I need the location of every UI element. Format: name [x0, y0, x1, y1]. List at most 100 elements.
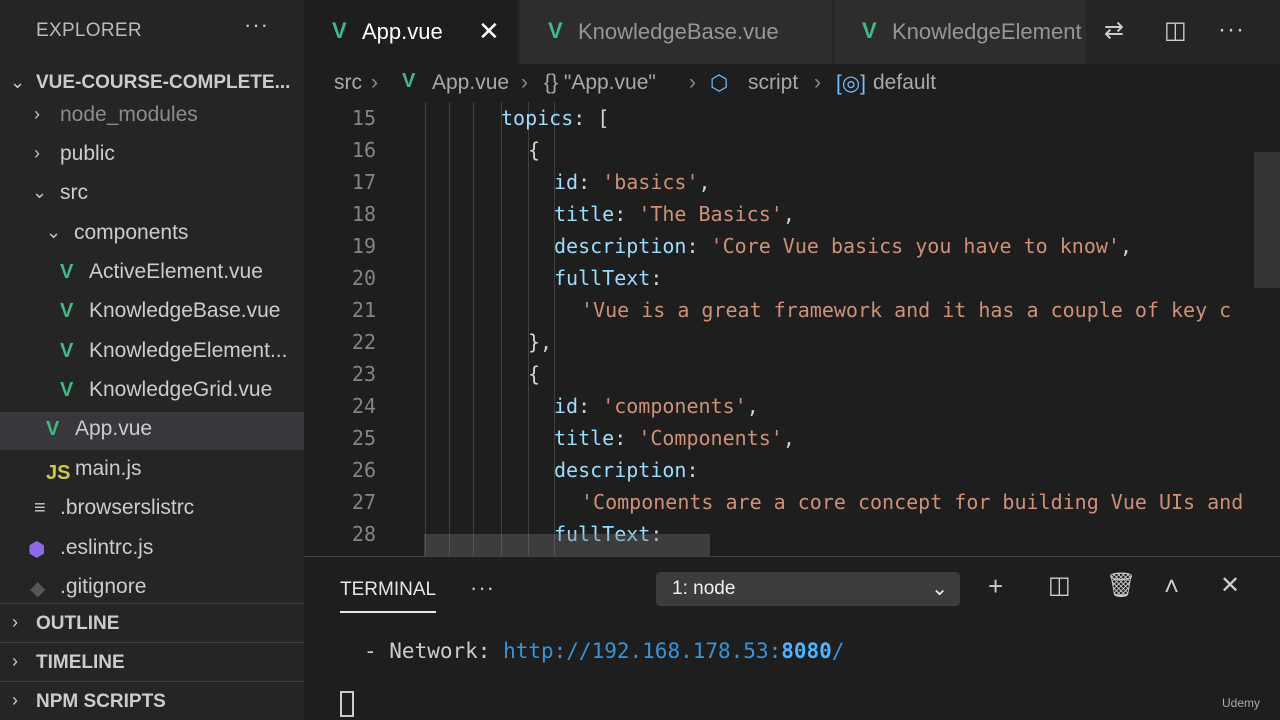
- tree-item-components[interactable]: ⌄ components: [0, 216, 304, 254]
- chevron-right-icon: ›: [689, 71, 696, 94]
- chevron-right-icon: ›: [814, 71, 821, 94]
- breadcrumb-file[interactable]: App.vue: [432, 71, 509, 95]
- code-string: 'Core Vue basics you have to know': [710, 234, 1120, 258]
- more-actions-icon[interactable]: ···: [1218, 16, 1245, 44]
- code-punct: },: [528, 330, 553, 354]
- vue-file-icon: V: [60, 300, 74, 322]
- split-terminal-icon[interactable]: ◫: [1048, 571, 1071, 600]
- new-terminal-icon[interactable]: +: [988, 571, 1003, 602]
- code-punct: :: [578, 170, 603, 194]
- close-icon[interactable]: ✕: [478, 16, 500, 47]
- code-punct: ,: [782, 426, 795, 450]
- code-punct: ,: [1119, 234, 1132, 258]
- code-punct: {: [528, 138, 541, 162]
- section-npm-scripts[interactable]: › NPM SCRIPTS: [0, 681, 304, 719]
- vue-file-icon: V: [46, 418, 60, 440]
- tree-item-label: .browserslistrc: [60, 496, 195, 519]
- tree-item-label: ActiveElement.vue: [89, 260, 263, 283]
- chevron-down-icon: ⌄: [931, 578, 948, 600]
- tree-item-eslintrc[interactable]: ⬢ .eslintrc.js: [0, 531, 304, 569]
- tree-item-knowledge-grid[interactable]: V KnowledgeGrid.vue: [0, 373, 304, 411]
- terminal-cursor: [340, 691, 354, 717]
- tree-item-label: KnowledgeGrid.vue: [89, 378, 273, 401]
- tree-item-active-element[interactable]: V ActiveElement.vue: [0, 255, 304, 293]
- explorer-header: EXPLORER ···: [0, 0, 304, 64]
- explorer-sidebar: EXPLORER ··· ⌄ VUE-COURSE-COMPLETE... › …: [0, 0, 304, 720]
- terminal-output-prefix: - Network:: [364, 639, 504, 663]
- split-editor-icon[interactable]: ◫: [1164, 16, 1187, 45]
- code-punct: ,: [746, 394, 759, 418]
- git-file-icon: ◆: [30, 578, 46, 600]
- breadcrumb-object[interactable]: {} "App.vue": [544, 71, 656, 95]
- chevron-down-icon: ⌄: [10, 72, 26, 92]
- tree-item-node-modules[interactable]: › node_modules: [0, 98, 304, 136]
- code-string: 'components': [602, 394, 747, 418]
- vue-file-icon: V: [60, 379, 74, 401]
- tree-item-public[interactable]: › public: [0, 137, 304, 175]
- tab-app-vue[interactable]: V App.vue ✕: [304, 0, 518, 64]
- section-label: OUTLINE: [36, 613, 120, 634]
- code-punct: :: [614, 202, 639, 226]
- tree-item-knowledge-element[interactable]: V KnowledgeElement...: [0, 334, 304, 372]
- chevron-right-icon: ›: [521, 71, 528, 94]
- tree-item-browserslistrc[interactable]: ≡ .browserslistrc: [0, 491, 304, 529]
- code-key: description: [554, 458, 687, 482]
- code-key: description: [554, 234, 687, 258]
- section-timeline[interactable]: › TIMELINE: [0, 642, 304, 680]
- terminal-select[interactable]: 1: node ⌄: [656, 572, 960, 606]
- line-number: 20: [351, 266, 376, 290]
- tab-terminal[interactable]: TERMINAL: [340, 579, 436, 601]
- breadcrumb-default[interactable]: default: [873, 71, 936, 95]
- vue-file-icon: V: [402, 70, 416, 92]
- tree-item-label: App.vue: [75, 417, 153, 440]
- trash-icon[interactable]: 🗑: [1106, 571, 1136, 600]
- tree-item-label: node_modules: [60, 103, 198, 126]
- chevron-up-icon[interactable]: ˄: [1164, 571, 1179, 602]
- tab-knowledge-base[interactable]: V KnowledgeBase.vue: [520, 0, 832, 64]
- line-number: 21: [351, 298, 376, 322]
- chevron-right-icon: ›: [12, 612, 18, 632]
- code-key: topics: [501, 106, 574, 130]
- tree-item-knowledge-base[interactable]: V KnowledgeBase.vue: [0, 294, 304, 332]
- tree-item-main-js[interactable]: JS main.js: [0, 452, 304, 490]
- close-icon[interactable]: ✕: [1220, 571, 1240, 600]
- code-editor[interactable]: 15 topics: [ 16 { 17 id: 'basics', 18 ti…: [304, 102, 1280, 556]
- code-line: 21 'Vue is a great framework and it has …: [304, 294, 1280, 326]
- code-string: 'Vue is a great framework and it has a c…: [581, 298, 1232, 322]
- breadcrumb-folder[interactable]: src: [334, 71, 362, 95]
- panel-more-icon[interactable]: ···: [470, 575, 495, 601]
- breadcrumb-script[interactable]: script: [748, 71, 798, 95]
- tab-label: KnowledgeBase.vue: [578, 19, 779, 44]
- tab-knowledge-element[interactable]: V KnowledgeElement: [834, 0, 1086, 64]
- code-punct: :: [650, 266, 663, 290]
- chevron-right-icon: ›: [371, 71, 378, 94]
- chevron-right-icon: ›: [12, 651, 18, 671]
- network-url[interactable]: http://192.168.178.53:8080/: [503, 639, 844, 663]
- line-number: 24: [351, 394, 376, 418]
- code-punct: :: [578, 394, 603, 418]
- compare-changes-icon[interactable]: ⇄: [1104, 16, 1124, 45]
- line-number: 17: [351, 170, 376, 194]
- terminal-output-line: - Network: http://192.168.178.53:8080/: [364, 639, 844, 663]
- code-line: 16 {: [304, 134, 1280, 166]
- minimap-slider[interactable]: [1254, 152, 1280, 288]
- chevron-down-icon: ⌄: [46, 222, 62, 242]
- code-punct: {: [528, 362, 541, 386]
- terminal-panel: TERMINAL ··· 1: node ⌄ + ◫ 🗑 ˄ ✕ - Netwo…: [304, 556, 1280, 720]
- tree-item-app-vue[interactable]: V App.vue: [0, 412, 304, 450]
- tree-item-label: KnowledgeBase.vue: [89, 299, 281, 322]
- vue-file-icon: V: [548, 18, 563, 43]
- vue-file-icon: V: [862, 18, 877, 43]
- code-line: 23 {: [304, 358, 1280, 390]
- explorer-more-icon[interactable]: ···: [244, 12, 269, 38]
- project-folder[interactable]: ⌄ VUE-COURSE-COMPLETE...: [0, 64, 304, 102]
- horizontal-scrollbar[interactable]: [424, 534, 710, 556]
- chevron-right-icon: ›: [34, 143, 40, 163]
- tree-item-src[interactable]: ⌄ src: [0, 176, 304, 214]
- code-punct: :: [614, 426, 639, 450]
- section-outline[interactable]: › OUTLINE: [0, 603, 304, 641]
- watermark-logo: Udemy: [1222, 696, 1261, 710]
- terminal-select-value: 1: node: [672, 578, 736, 599]
- cube-icon: ⬡: [710, 72, 729, 95]
- tree-item-label: KnowledgeElement...: [89, 339, 288, 362]
